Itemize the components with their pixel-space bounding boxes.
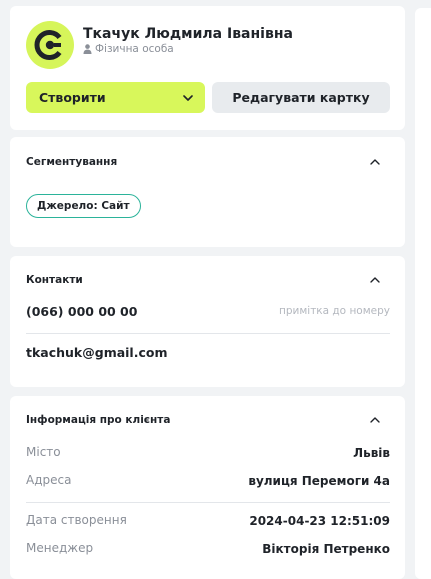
phone-note-input[interactable]: примітка до номеру [279,305,390,317]
email-address[interactable]: tkachuk@gmail.com [26,345,168,360]
divider [26,502,390,503]
city-label: Місто [26,445,61,459]
section-title: Інформація про клієнта [26,414,171,426]
divider [26,333,390,334]
client-name: Ткачук Людмила Іванівна [83,26,293,42]
right-panel-edge [415,8,431,579]
chevron-up-icon[interactable] [370,417,380,423]
client-card-page: Ткачук Людмила Іванівна Фізична особа Ст… [0,0,431,579]
contacts-section: Контакти (066) 000 00 00 примітка до ном… [10,256,405,387]
client-info-section: Інформація про клієнта Місто Львів Адрес… [10,396,405,579]
brand-logo-icon [34,30,62,60]
chevron-up-icon[interactable] [370,159,380,165]
section-title: Сегментування [26,156,118,168]
segmentation-section: Сегментування Джерело: Сайт [10,137,405,247]
section-title: Контакти [26,274,83,286]
city-value: Львів [353,446,390,460]
created-date-value: 2024-04-23 12:51:09 [249,514,390,528]
client-type: Фізична особа [83,43,174,55]
created-date-label: Дата створення [26,513,127,527]
avatar [26,21,74,69]
create-button-label: Створити [39,90,106,105]
edit-button-label: Редагувати картку [232,90,370,105]
client-header-card: Ткачук Людмила Іванівна Фізична особа Ст… [10,6,405,130]
manager-label: Менеджер [26,541,94,555]
manager-value: Вікторія Петренко [262,542,390,556]
phone-number[interactable]: (066) 000 00 00 [26,304,137,319]
address-label: Адреса [26,473,72,487]
chevron-up-icon[interactable] [370,277,380,283]
create-dropdown-button[interactable]: Створити [26,82,205,113]
client-type-label: Фізична особа [95,43,174,55]
edit-card-button[interactable]: Редагувати картку [212,82,390,113]
address-value: вулиця Перемоги 4а [248,474,390,488]
chevron-down-icon [183,94,193,101]
person-icon [83,44,92,54]
source-tag[interactable]: Джерело: Сайт [26,194,141,218]
